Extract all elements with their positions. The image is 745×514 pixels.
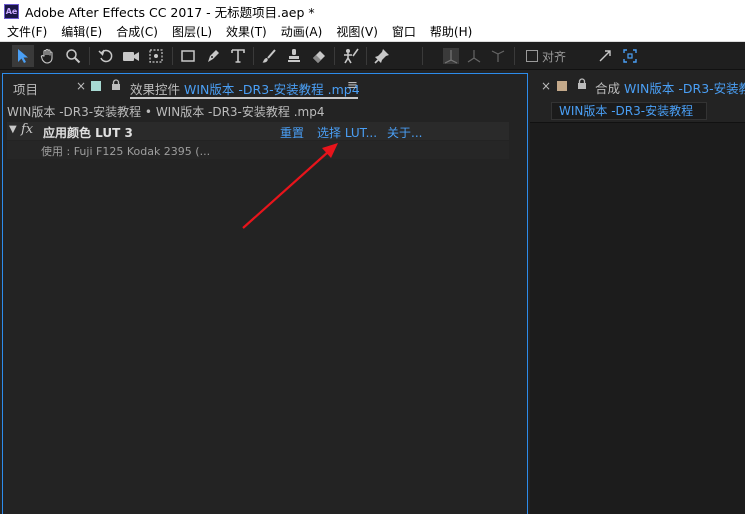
lock-icon[interactable] [577,78,587,93]
tab-project[interactable]: 项目 [13,79,38,98]
about-link[interactable]: 关于... [387,124,422,141]
world-axis-mode-icon[interactable] [463,45,485,67]
tab-composition-label: 合成 [595,81,621,96]
composition-subtab[interactable]: WIN版本 -DR3-安装教程 [551,102,707,120]
lut-usage-text: 使用 : Fuji F125 Kodak 2395 (... [41,145,211,158]
window-title: Adobe After Effects CC 2017 - 无标题项目.aep … [25,4,315,20]
toolbar-divider [334,47,335,65]
pan-behind-tool-icon[interactable] [145,45,167,67]
menu-layer[interactable]: 图层(L) [165,23,219,40]
roto-brush-tool-icon[interactable] [340,45,362,67]
puppet-pin-tool-icon[interactable] [371,45,393,67]
composition-tab-icon [557,81,567,91]
title-bar: Ae Adobe After Effects CC 2017 - 无标题项目.a… [0,0,745,22]
breadcrumb: WIN版本 -DR3-安装教程 • WIN版本 -DR3-安装教程 .mp4 [7,103,324,120]
tab-effect-controls-target: WIN版本 -DR3-安装教程 .mp4 [184,82,360,97]
composition-tab-bar: × 合成 WIN版本 -DR3-安装教程 [530,73,745,99]
toolbar-divider [366,47,367,65]
toolbar-divider [172,47,173,65]
panel-tab-bar: 项目 × 效果控件 WIN版本 -DR3-安装教程 .mp4 ≡ [3,74,527,100]
breadcrumb-separator: • [144,105,152,119]
panel-menu-icon[interactable]: ≡ [347,78,358,93]
menu-view[interactable]: 视图(V) [329,23,385,40]
brush-tool-icon[interactable] [258,45,280,67]
toolbar-divider [514,47,515,65]
tab-composition-name: WIN版本 -DR3-安装教程 [624,81,745,96]
align-checkbox[interactable] [526,50,538,62]
tools-toolbar [0,42,745,70]
close-icon[interactable]: × [541,79,551,93]
tab-composition[interactable]: 合成 WIN版本 -DR3-安装教程 [595,78,745,97]
eraser-tool-icon[interactable] [308,45,330,67]
composition-panel: × 合成 WIN版本 -DR3-安装教程 WIN版本 -DR3-安装教程 [530,73,745,514]
camera-tool-icon[interactable] [120,45,142,67]
active-tab-indicator [130,97,358,99]
effect-controls-panel: 项目 × 效果控件 WIN版本 -DR3-安装教程 .mp4 ≡ WIN版本 -… [2,73,528,514]
menu-edit[interactable]: 编辑(E) [54,23,109,40]
rectangle-tool-icon[interactable] [177,45,199,67]
expand-triangle-icon[interactable]: ▼ [9,124,17,135]
type-tool-icon[interactable] [227,45,249,67]
pen-tool-icon[interactable] [202,45,224,67]
menu-help[interactable]: 帮助(H) [423,23,479,40]
tab-effect-controls[interactable]: 效果控件 WIN版本 -DR3-安装教程 .mp4 [130,79,360,98]
lock-icon[interactable] [111,79,121,94]
selection-tool-icon[interactable] [12,45,34,67]
effect-row: ▼ fx 应用颜色 LUT 3 重置 选择 LUT... 关于... [7,122,509,140]
reset-link[interactable]: 重置 [280,124,304,141]
effect-controls-tab-icon [91,81,101,91]
fx-toggle-icon[interactable]: fx [21,122,33,137]
lut-usage-row: 使用 : Fuji F125 Kodak 2395 (... [7,141,509,159]
menu-bar: 文件(F) 编辑(E) 合成(C) 图层(L) 效果(T) 动画(A) 视图(V… [0,22,745,42]
after-effects-logo-icon: Ae [4,3,19,19]
snap-target-icon[interactable] [619,45,641,67]
align-label: 对齐 [542,50,567,64]
menu-effect[interactable]: 效果(T) [219,23,274,40]
toolbar-divider [89,47,90,65]
effect-name[interactable]: 应用颜色 LUT 3 [43,124,133,141]
local-axis-mode-icon[interactable] [440,45,462,67]
tab-effect-controls-label: 效果控件 [130,82,181,97]
zoom-tool-icon[interactable] [62,45,84,67]
close-icon[interactable]: × [76,79,86,93]
view-axis-mode-icon[interactable] [487,45,509,67]
menu-window[interactable]: 窗口 [385,23,423,40]
hand-tool-icon[interactable] [37,45,59,67]
menu-composition[interactable]: 合成(C) [109,23,165,40]
breadcrumb-comp[interactable]: WIN版本 -DR3-安装教程 [7,105,141,119]
breadcrumb-layer[interactable]: WIN版本 -DR3-安装教程 .mp4 [156,105,325,119]
menu-file[interactable]: 文件(F) [0,23,54,40]
toolbar-divider [422,47,423,65]
menu-animation[interactable]: 动画(A) [274,23,330,40]
snap-extend-icon[interactable] [594,45,616,67]
rotate-tool-icon[interactable] [95,45,117,67]
clone-stamp-tool-icon[interactable] [283,45,305,67]
toolbar-divider [253,47,254,65]
choose-lut-link[interactable]: 选择 LUT... [317,124,377,141]
